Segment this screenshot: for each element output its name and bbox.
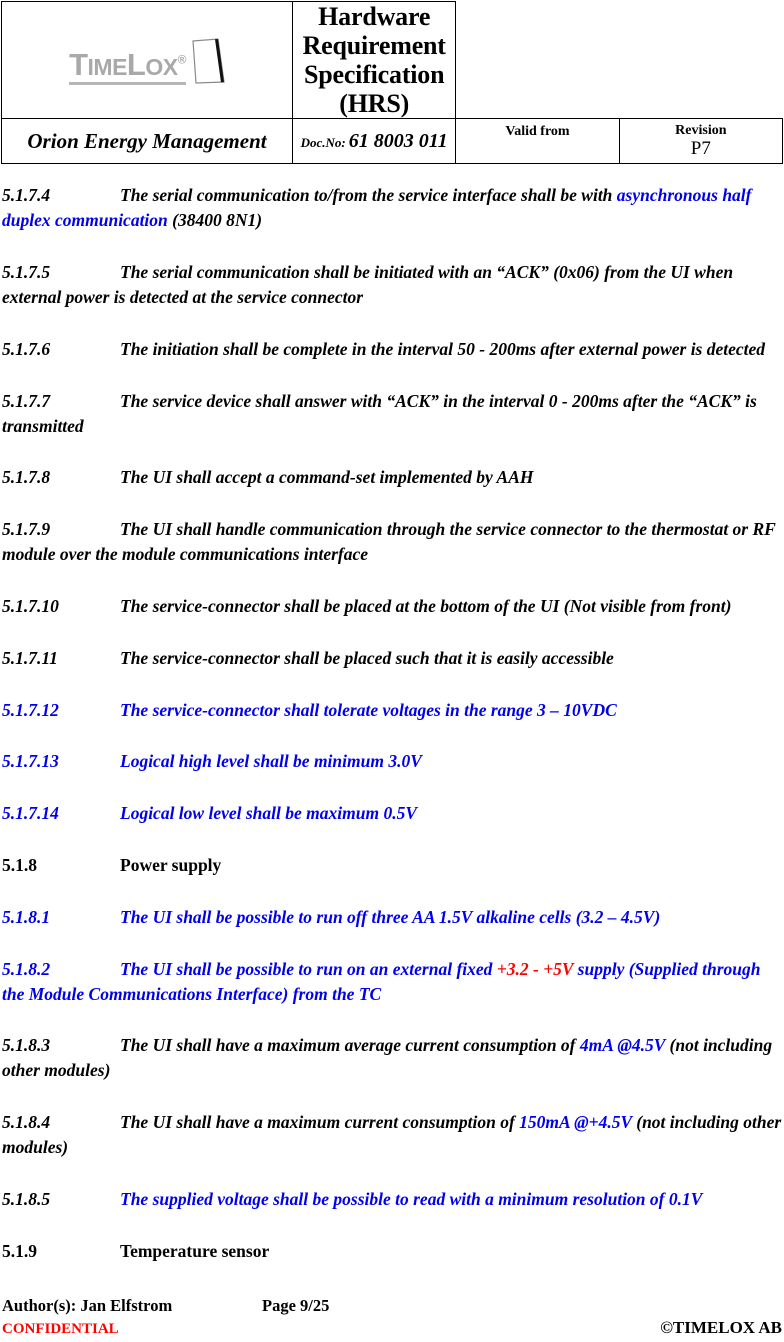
clause-text-run: The service-connector shall be placed su… bbox=[120, 647, 614, 668]
valid-from-value bbox=[456, 140, 618, 158]
clause-number: 5.1.7.10 bbox=[2, 595, 59, 616]
revision-cell: Revision P7 bbox=[618, 118, 784, 165]
logo-underline bbox=[69, 82, 186, 86]
clause-number: 5.1.7.11 bbox=[2, 647, 58, 668]
requirement-clause: 5.1.7.13 Logical high level shall be mini… bbox=[2, 749, 782, 774]
clause-text-run: The service-connector shall be placed at… bbox=[120, 595, 732, 616]
company-name: Orion Energy Management bbox=[27, 128, 267, 153]
clause-text-run: The UI shall have a maximum average curr… bbox=[120, 1035, 580, 1056]
document-title: Hardware Requirement Specification (HRS) bbox=[293, 2, 455, 118]
clause-text-run: The UI shall have a maximum current cons… bbox=[120, 1112, 520, 1133]
footer-author: Author(s): Jan Elfstrom bbox=[2, 1296, 173, 1316]
clause-number: 5.1.8.5 bbox=[2, 1188, 51, 1209]
footer-page-number: Page 9/25 bbox=[262, 1296, 330, 1316]
clause-number: 5.1.7.6 bbox=[2, 338, 51, 359]
logo-letter-t: T bbox=[69, 47, 88, 83]
clause-number: 5.1.7.8 bbox=[2, 467, 51, 488]
clause-text-run: Logical high level shall be minimum 3.0V bbox=[120, 751, 422, 772]
document-header-table: TIMELOX® Hardware Requirement Specificat… bbox=[1, 0, 784, 165]
logo-letters-ox: OX bbox=[145, 54, 178, 81]
clause-text-run: The UI shall be possible to run off thre… bbox=[120, 906, 661, 927]
revision-value: P7 bbox=[690, 137, 711, 159]
requirement-clause: 5.1.7.9 The UI shall handle communication… bbox=[2, 517, 782, 567]
requirement-clause: 5.1.7.4 The serial communication to/from … bbox=[2, 183, 782, 233]
clause-number: 5.1.8 bbox=[2, 855, 37, 876]
confidential-badge: CONFIDENTIAL bbox=[2, 1320, 119, 1337]
requirement-clause: 5.1.7.12 The service-connector shall tole… bbox=[2, 698, 782, 723]
section-heading: 5.1.9 Temperature sensor bbox=[2, 1239, 782, 1264]
clause-number: 5.1.8.1 bbox=[2, 906, 51, 927]
clause-text-run: The initiation shall be complete in the … bbox=[120, 338, 766, 359]
requirement-clause: 5.1.8.2 The UI shall be possible to run o… bbox=[2, 957, 782, 1007]
clause-number: 5.1.8.2 bbox=[2, 958, 51, 979]
requirement-clause: 5.1.8.5 The supplied voltage shall be pos… bbox=[2, 1187, 782, 1212]
registered-trademark-icon: ® bbox=[177, 52, 187, 67]
document-title-line1: Hardware Requirement Specification bbox=[302, 2, 446, 90]
requirement-clause: 5.1.7.11 The service-connector shall be p… bbox=[2, 646, 782, 671]
docno-label: Doc.No: bbox=[300, 134, 346, 150]
timelox-wordmark: TIMELOX® bbox=[69, 47, 187, 86]
requirement-clause: 5.1.7.8 The UI shall accept a command-set… bbox=[2, 465, 782, 490]
requirement-clause: 5.1.8.1 The UI shall be possible to run o… bbox=[2, 905, 782, 930]
document-title-cell: Hardware Requirement Specification (HRS) bbox=[291, 0, 457, 120]
clause-text-run: The UI shall accept a command-set implem… bbox=[120, 467, 534, 488]
clause-number: 5.1.7.12 bbox=[2, 699, 59, 720]
document-page: TIMELOX® Hardware Requirement Specificat… bbox=[0, 0, 784, 1342]
revision-stack: Revision P7 bbox=[620, 123, 782, 159]
timelox-logo: TIMELOX® bbox=[69, 38, 225, 86]
clause-number: 5.1.7.9 bbox=[2, 519, 51, 540]
header-row-top: TIMELOX® Hardware Requirement Specificat… bbox=[1, 0, 783, 120]
docno-wrap: Doc.No: 61 8003 011 bbox=[300, 130, 448, 152]
logo-letter-l: L bbox=[126, 47, 146, 83]
requirement-clause: 5.1.7.14 Logical low level shall be maxim… bbox=[2, 801, 782, 826]
requirement-clause: 5.1.7.5 The serial communication shall be… bbox=[2, 260, 782, 310]
clause-number: 5.1.7.5 bbox=[2, 262, 51, 283]
logo-cell: TIMELOX® bbox=[1, 0, 293, 120]
header-row-bottom: Orion Energy Management Doc.No: 61 8003 0… bbox=[1, 118, 784, 165]
logo-letters-ime: IME bbox=[87, 54, 128, 81]
requirements-list: 5.1.7.4 The serial communication to/from … bbox=[0, 183, 784, 1263]
document-title-line2: (HRS) bbox=[339, 89, 410, 119]
footer-row-confidential: CONFIDENTIAL ©TIMELOX AB bbox=[2, 1317, 782, 1340]
clause-number: 5.1.8.3 bbox=[2, 1035, 51, 1056]
page-footer: Author(s): Jan Elfstrom Page 9/25 CONFID… bbox=[0, 1295, 784, 1342]
valid-from-label: Valid from bbox=[505, 124, 570, 140]
clause-number: 5.1.8.4 bbox=[2, 1112, 51, 1133]
section-heading: 5.1.8 Power supply bbox=[2, 853, 782, 878]
clause-text-run: The serial communication to/from the ser… bbox=[120, 185, 617, 206]
clause-text-run: Temperature sensor bbox=[120, 1240, 270, 1261]
requirement-clause: 5.1.8.4 The UI shall have a maximum curre… bbox=[2, 1110, 782, 1160]
clause-text-run: (38400 8N1) bbox=[167, 210, 263, 231]
clause-number: 5.1.7.14 bbox=[2, 803, 59, 824]
footer-row-author: Author(s): Jan Elfstrom Page 9/25 bbox=[2, 1295, 782, 1316]
clause-text-run: The UI shall be possible to run on an ex… bbox=[120, 958, 497, 979]
revision-label: Revision bbox=[675, 123, 727, 139]
clause-text-run: The service-connector shall tolerate vol… bbox=[120, 699, 617, 720]
clause-text-run: Logical low level shall be maximum 0.5V bbox=[120, 803, 418, 824]
requirement-clause: 5.1.8.3 The UI shall have a maximum avera… bbox=[2, 1033, 782, 1083]
clause-text-run: The supplied voltage shall be possible t… bbox=[120, 1188, 703, 1209]
clause-number: 5.1.9 bbox=[2, 1240, 37, 1261]
company-cell: Orion Energy Management bbox=[1, 118, 293, 165]
copyright-notice: ©TIMELOX AB bbox=[660, 1317, 782, 1337]
requirement-clause: 5.1.7.7 The service device shall answer w… bbox=[2, 389, 782, 439]
clause-text-run: 150mA @+4.5V bbox=[519, 1112, 632, 1133]
docno-cell: Doc.No: 61 8003 011 bbox=[291, 118, 457, 165]
clause-number: 5.1.7.4 bbox=[2, 185, 51, 206]
clause-text-run: Power supply bbox=[120, 855, 222, 876]
clause-text-run: +3.2 - +5V bbox=[496, 958, 574, 979]
clause-text-run: 4mA @4.5V bbox=[579, 1035, 666, 1056]
docno-value: 61 8003 011 bbox=[348, 129, 448, 152]
requirement-clause: 5.1.7.6 The initiation shall be complete … bbox=[2, 337, 782, 362]
clause-number: 5.1.7.7 bbox=[2, 390, 51, 411]
clause-number: 5.1.7.13 bbox=[2, 751, 59, 772]
requirement-clause: 5.1.7.10 The service-connector shall be p… bbox=[2, 594, 782, 619]
keycard-icon bbox=[191, 38, 225, 84]
valid-from-cell: Valid from bbox=[455, 118, 620, 165]
